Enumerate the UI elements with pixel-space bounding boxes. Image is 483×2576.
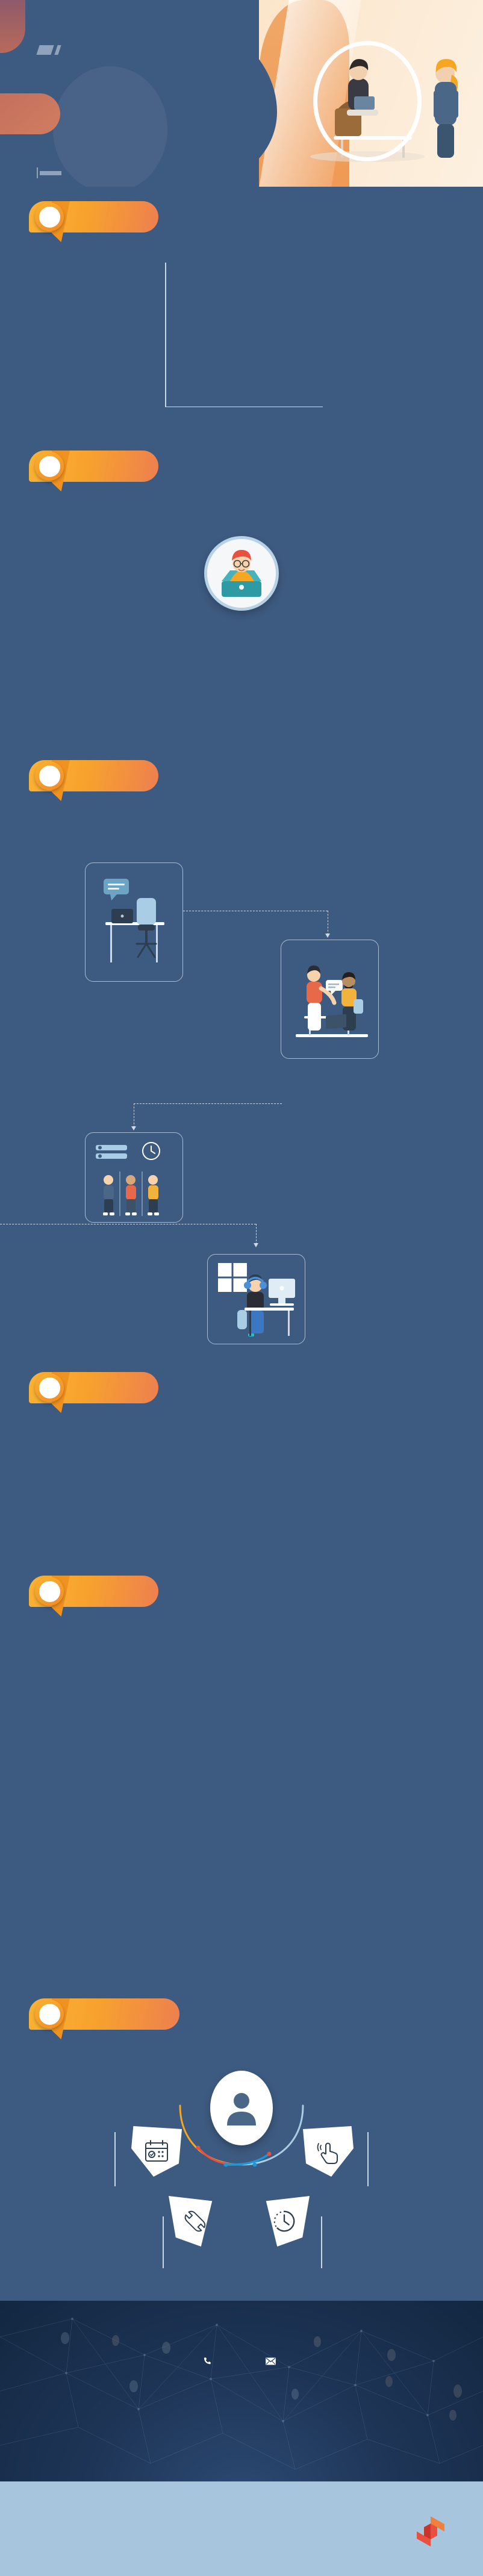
- section-4-number: [35, 1373, 64, 1402]
- developer-avatar-illustration: [207, 539, 276, 608]
- section-advantages: [0, 436, 483, 746]
- chart-x-axis: [165, 406, 323, 407]
- section-6-badge: [29, 1998, 179, 2039]
- step-02-text: [384, 903, 483, 911]
- wrench-arrows-icon: [184, 2210, 206, 2232]
- hero-banner: [0, 0, 483, 187]
- section-4-badge: [29, 1372, 158, 1413]
- why-item-1: [379, 2108, 483, 2115]
- cta-banner: [0, 2301, 483, 2481]
- section-qualities: [0, 1561, 483, 1984]
- advantages-diagram: [0, 487, 483, 746]
- section-1-number-text: [39, 206, 60, 228]
- connector-3-4-arrow: [254, 1243, 258, 1247]
- section-5-number: [35, 1577, 64, 1606]
- step-03-text: [22, 1101, 106, 1108]
- section-3-badge: [29, 760, 158, 801]
- why-choose-arc-decor: [179, 2104, 304, 2167]
- brand-mark-icon: [36, 45, 64, 56]
- infographic-page: [0, 0, 483, 2576]
- qualities-cards: [0, 1623, 483, 1984]
- process-flow-diagram: [0, 802, 483, 1224]
- advantages-center-illustration: [204, 536, 279, 611]
- hero-ring-decor: [313, 41, 422, 161]
- section-6-number-text: [39, 2003, 60, 2025]
- candidates-waiting-icon: [96, 1142, 160, 1216]
- section-process: [0, 746, 483, 1358]
- clock-icon: [273, 2210, 295, 2232]
- section-2-number-text: [39, 455, 60, 477]
- section-6-number: [35, 2000, 64, 2029]
- network-background-decor: [0, 2318, 483, 2470]
- why-item-icon-2: [169, 2196, 213, 2247]
- developers-bar-chart: [142, 255, 341, 436]
- developer-working-icon: [218, 1263, 295, 1336]
- why-item-2: [71, 2203, 146, 2210]
- section-4-header: [0, 1372, 483, 1413]
- chart-bars: [165, 263, 323, 406]
- cta-contacts: [0, 2357, 483, 2366]
- process-step-04-block: [0, 1219, 483, 1358]
- interview-desk-icon: [295, 965, 368, 1037]
- section-4-number-text: [39, 1377, 60, 1399]
- hero-ellipse-decor: [53, 66, 167, 187]
- section-2-number: [35, 452, 64, 481]
- phone-icon: [204, 2357, 211, 2365]
- section-6-header: [0, 1998, 483, 2039]
- section-2-badge: [29, 451, 158, 491]
- why-item-0: [33, 2108, 136, 2115]
- hand-tap-icon: [317, 2142, 338, 2164]
- chart-plot-area: [165, 263, 323, 407]
- why-item-icon-3: [266, 2196, 310, 2247]
- section-5-badge: [29, 1576, 158, 1617]
- step-04-card: [207, 1254, 305, 1344]
- section-3-number-text: [39, 765, 60, 787]
- step-03-card: [85, 1132, 183, 1223]
- step-04-text: [316, 1219, 443, 1226]
- envelope-icon: [266, 2357, 276, 2365]
- why-bracket-right-top: [367, 2132, 369, 2186]
- section-1-header: [0, 201, 483, 242]
- step-01-card: [85, 862, 183, 982]
- hero-divider: [37, 167, 61, 178]
- empty-desk-icon: [104, 879, 164, 962]
- section-2-header: [0, 451, 483, 491]
- connector-1-2-arrow: [325, 934, 330, 938]
- soft-suave-logo-icon: [417, 2516, 444, 2546]
- hiring-models-row: [0, 1423, 483, 1561]
- section-developers-count: [0, 187, 483, 436]
- hero-illustration: [296, 18, 477, 181]
- section-hiring-models: [0, 1358, 483, 1561]
- why-bracket-left-top: [114, 2132, 116, 2186]
- why-bracket-right-bottom: [321, 2216, 322, 2268]
- step-02-card: [281, 940, 379, 1059]
- section-5-number-text: [39, 1580, 60, 1602]
- why-choose-diagram: [0, 2042, 483, 2301]
- section-why-choose: [0, 1984, 483, 2301]
- soft-suave-logo: [412, 2513, 455, 2550]
- connector-3-4-vertical: [256, 1224, 257, 1244]
- step-01-text: [185, 820, 293, 828]
- section-1-badge: [29, 201, 158, 242]
- hero-maroon-shape-left: [0, 93, 60, 134]
- section-1-number: [35, 202, 64, 231]
- section-5-header: [0, 1576, 483, 1617]
- why-bracket-left-bottom: [163, 2216, 164, 2268]
- cta-email[interactable]: [266, 2357, 280, 2366]
- section-3-header: [0, 760, 483, 801]
- cta-line-1: [0, 2301, 483, 2324]
- calendar-check-icon: [145, 2140, 168, 2162]
- cta-phone[interactable]: [203, 2357, 216, 2366]
- connector-2-3-arrow: [131, 1126, 136, 1131]
- connector-2-3-horizontal: [134, 1103, 282, 1104]
- reference-footer: [0, 2481, 483, 2576]
- why-item-3: [343, 2203, 418, 2210]
- section-3-number: [35, 761, 64, 790]
